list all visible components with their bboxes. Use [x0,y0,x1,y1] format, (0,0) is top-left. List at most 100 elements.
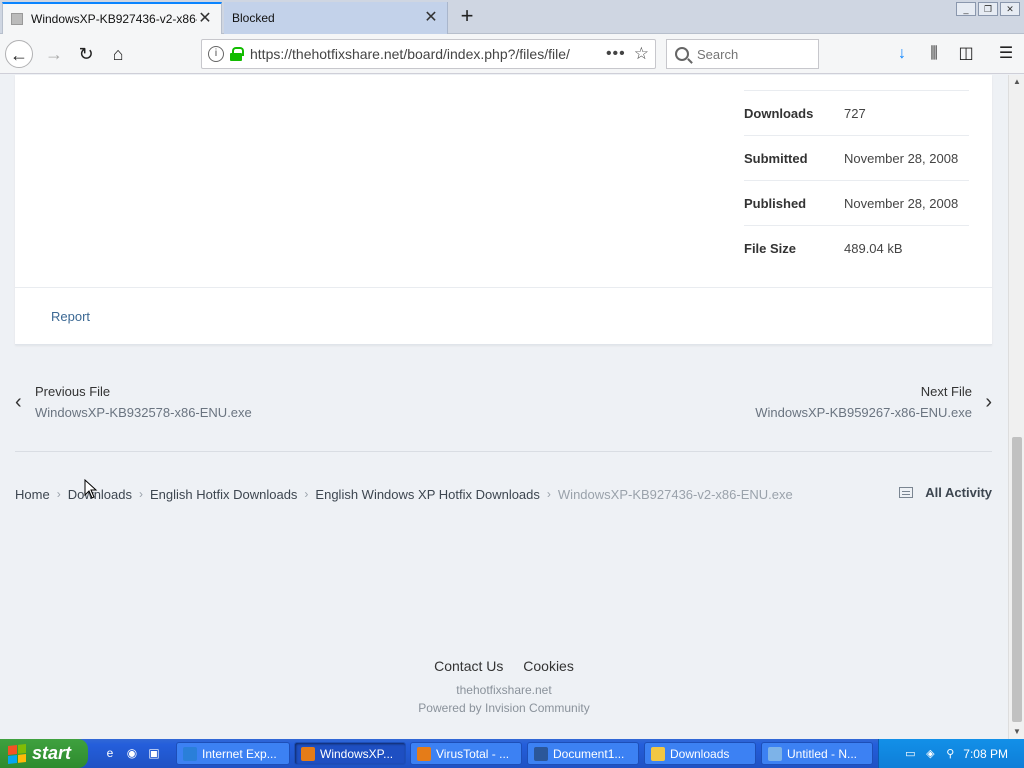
file-navigation: ‹ Previous File WindowsXP-KB932578-x86-E… [15,375,992,425]
cookies-link[interactable]: Cookies [523,658,574,674]
stat-value: November 28, 2008 [844,150,959,166]
new-tab-button[interactable]: + [454,4,480,30]
contact-us-link[interactable]: Contact Us [434,658,503,674]
file-info-card: Downloads 727 Submitted November 28, 200… [15,75,992,345]
all-activity-label: All Activity [925,485,992,500]
breadcrumb-separator-icon: › [139,487,144,501]
stat-label: Downloads [744,105,814,121]
file-stats: Downloads 727 Submitted November 28, 200… [744,75,969,270]
stat-row: Downloads 727 [744,90,969,135]
close-window-button[interactable]: ✕ [1000,2,1020,16]
footer-powered-by[interactable]: Powered by Invision Community [0,701,1008,715]
lock-icon[interactable] [230,47,244,61]
footer-links: Contact Us Cookies [0,658,1008,674]
task-label: Downloads [670,746,730,761]
tab-blocked[interactable]: Blocked ✕ [224,2,448,34]
breadcrumb-current: WindowsXP-KB927436-v2-x86-ENU.exe [557,486,793,502]
taskbar-item-word[interactable]: Document1... [527,742,639,765]
tab-label: WindowsXP-KB927436-v2-x86-ENU.exe [31,12,197,26]
search-box[interactable] [666,39,819,69]
clock[interactable]: 7:08 PM [963,747,1008,761]
page-scrollbar[interactable]: ▲ ▼ [1008,75,1024,739]
next-file-link[interactable]: Next File WindowsXP-KB959267-x86-ENU.exe… [755,381,992,423]
taskbar-item-firefox[interactable]: WindowsXP... [294,742,406,765]
app-quicklaunch-icon[interactable]: ▣ [146,745,162,761]
ie-quicklaunch-icon[interactable]: e [102,745,118,761]
address-bar[interactable]: i https://thehotfixshare.net/board/index… [201,39,656,69]
breadcrumb-separator-icon: › [546,487,551,501]
breadcrumb-separator-icon: › [56,487,61,501]
url-text[interactable]: https://thehotfixshare.net/board/index.p… [250,46,598,62]
previous-file-title: Previous File [35,384,111,399]
section-divider [15,451,992,452]
search-tray-icon[interactable]: ⚲ [943,747,957,761]
scroll-down-icon[interactable]: ▼ [1009,725,1024,739]
taskbar-item-internet-explorer[interactable]: Internet Exp... [176,742,290,765]
breadcrumb-english-hotfix[interactable]: English Hotfix Downloads [150,487,297,502]
start-label: start [32,743,72,763]
task-label: Internet Exp... [202,746,277,761]
report-link[interactable]: Report [51,309,90,324]
navigation-toolbar: ← → ↻ ⌂ i https://thehotfixshare.net/boa… [0,34,1024,74]
taskbar-item-virustotal[interactable]: VirusTotal - ... [410,742,522,765]
task-label: Untitled - N... [787,746,858,761]
info-icon[interactable]: i [208,46,224,62]
internet-explorer-icon [183,746,197,761]
next-file-name: WindowsXP-KB959267-x86-ENU.exe [755,405,972,420]
scrollbar-thumb[interactable] [1012,437,1022,722]
search-input[interactable] [697,46,807,62]
breadcrumb: Home › Downloads › English Hotfix Downlo… [15,484,992,504]
taskbar-item-downloads-folder[interactable]: Downloads [644,742,756,765]
breadcrumb-home[interactable]: Home [15,487,50,502]
previous-file-link[interactable]: ‹ Previous File WindowsXP-KB932578-x86-E… [15,381,252,423]
close-tab-icon[interactable]: ✕ [197,11,213,27]
task-label: Document1... [553,746,625,761]
task-label: WindowsXP... [320,746,394,761]
keyboard-icon[interactable]: ▭ [903,747,917,761]
stat-row: Submitted November 28, 2008 [744,135,969,180]
bookmark-star-icon[interactable]: ☆ [634,44,649,64]
tab-label: Blocked [232,11,275,25]
next-file-title: Next File [920,384,972,399]
forward-button[interactable]: → [40,40,68,68]
stat-label: Submitted [744,150,808,166]
stat-value: November 28, 2008 [844,195,959,211]
home-button[interactable]: ⌂ [104,40,132,68]
chevron-right-icon: › [985,390,992,413]
breadcrumb-downloads[interactable]: Downloads [68,487,132,502]
menu-icon[interactable]: ☰ [996,44,1016,64]
firefox-icon [417,746,431,761]
window-controls: _ ❐ ✕ [956,2,1020,16]
tab-active[interactable]: WindowsXP-KB927436-v2-x86-ENU.exe ✕ [2,2,222,34]
stat-label: File Size [744,240,797,256]
system-tray: ▭ ◈ ⚲ 7:08 PM [878,739,1024,768]
download-icon[interactable]: ↓ [892,44,912,64]
restore-button[interactable]: ❐ [978,2,998,16]
sidebar-icon[interactable]: ◫ [956,44,976,64]
firefox-quicklaunch-icon[interactable]: ◉ [124,745,140,761]
breadcrumb-windows-xp-hotfix[interactable]: English Windows XP Hotfix Downloads [315,487,539,502]
stat-label: Published [744,195,807,211]
taskbar-item-notepad[interactable]: Untitled - N... [761,742,873,765]
stat-row: File Size 489.04 kB [744,225,969,270]
scroll-up-icon[interactable]: ▲ [1009,75,1024,89]
reload-button[interactable]: ↻ [72,40,100,68]
minimize-button[interactable]: _ [956,2,976,16]
notepad-icon [768,746,782,761]
footer-site-name: thehotfixshare.net [456,683,552,697]
stat-value: 489.04 kB [844,240,903,256]
back-button[interactable]: ← [5,40,33,68]
search-icon [675,47,689,61]
all-activity-link[interactable]: All Activity [899,485,992,500]
folder-icon [651,746,665,761]
stat-row: Published November 28, 2008 [744,180,969,225]
page-actions-icon[interactable]: ••• [606,45,626,63]
network-icon[interactable]: ◈ [923,747,937,761]
word-icon [534,746,548,761]
previous-file-name: WindowsXP-KB932578-x86-ENU.exe [35,405,252,420]
start-button[interactable]: start [0,739,88,768]
task-label: VirusTotal - ... [436,746,510,761]
close-tab-icon[interactable]: ✕ [423,10,439,26]
page-favicon-icon [11,13,23,25]
library-icon[interactable]: ⫼ [924,44,944,64]
